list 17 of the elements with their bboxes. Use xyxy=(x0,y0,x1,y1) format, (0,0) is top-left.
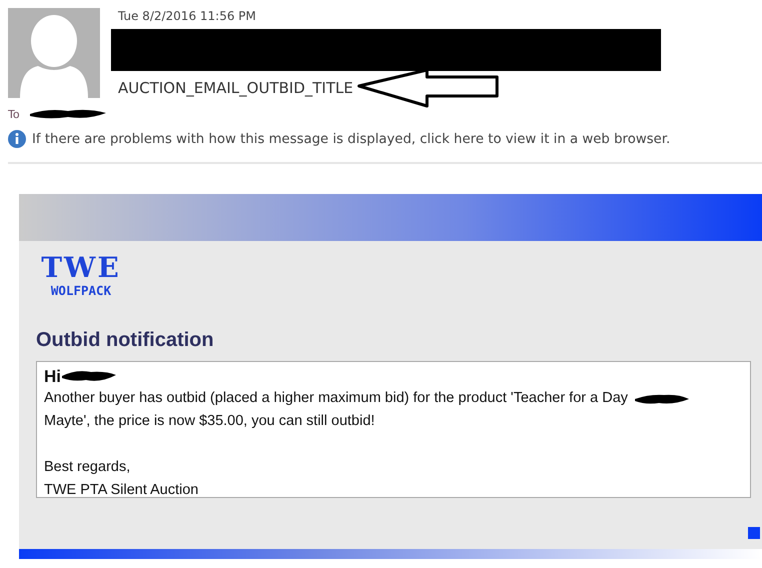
redaction-mark xyxy=(61,369,117,383)
arrow-icon xyxy=(357,68,500,108)
logo-team-name: WOLFPACK xyxy=(50,283,112,299)
subject-title: AUCTION_EMAIL_OUTBID_TITLE xyxy=(118,79,354,97)
logo-initials: TWE xyxy=(41,253,121,283)
corner-square xyxy=(748,527,760,539)
notification-heading: Outbid notification xyxy=(36,329,215,352)
info-icon xyxy=(8,130,26,148)
message-text: Mayte', the price is now $35.00, you can still outbid! xyxy=(44,412,376,431)
sent-date: Tue 8/2/2016 11:56 PM xyxy=(118,9,258,23)
greeting: Hi xyxy=(44,366,61,388)
signature-text: TWE PTA Silent Auction xyxy=(44,481,200,500)
to-label: To xyxy=(8,108,20,120)
closing-text: Best regards, xyxy=(44,458,132,477)
redaction-mark xyxy=(634,392,690,404)
info-message[interactable]: If there are problems with how this message is displayed, click here to view it in a web browser. xyxy=(32,132,670,146)
message-text: Another buyer has outbid (placed a higher maximum bid) for the product 'Teacher for a Day xyxy=(44,389,628,408)
